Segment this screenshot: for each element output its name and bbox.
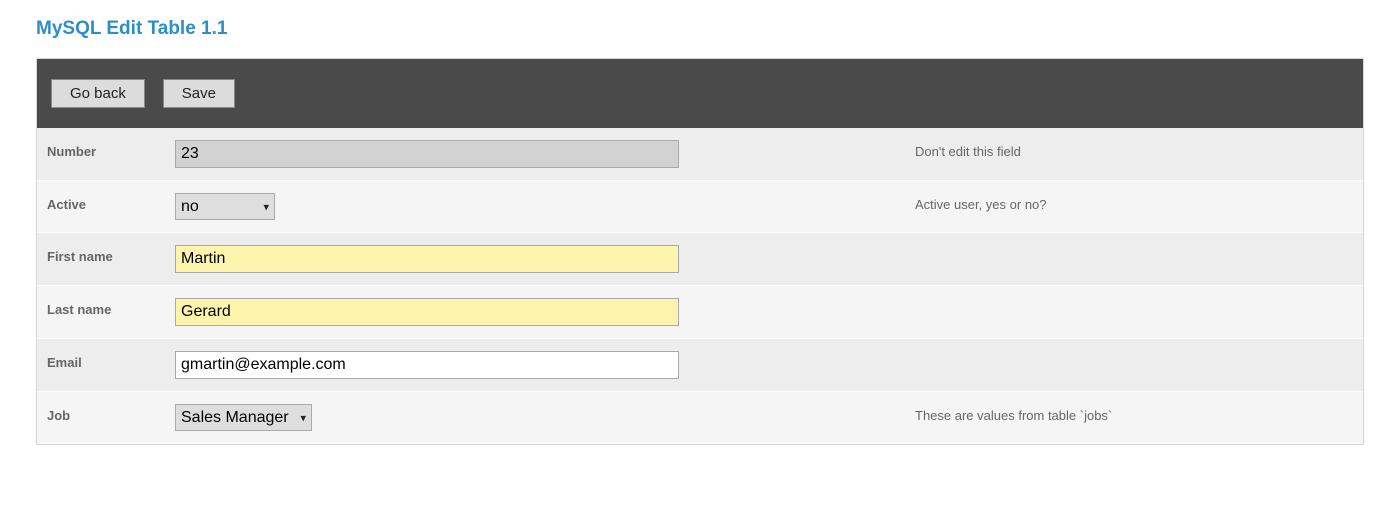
email-input[interactable] xyxy=(175,351,679,379)
hint-email xyxy=(915,351,1353,355)
hint-first-name xyxy=(915,245,1353,249)
label-email: Email xyxy=(47,351,175,370)
form-rows: Number Don't edit this field Active no A… xyxy=(37,128,1363,444)
row-last-name: Last name xyxy=(37,286,1363,339)
row-email: Email xyxy=(37,339,1363,392)
go-back-button[interactable]: Go back xyxy=(51,79,145,108)
row-active: Active no Active user, yes or no? xyxy=(37,181,1363,233)
toolbar: Go back Save xyxy=(37,59,1363,128)
label-number: Number xyxy=(47,140,175,159)
number-input xyxy=(175,140,679,168)
label-job: Job xyxy=(47,404,175,423)
label-last-name: Last name xyxy=(47,298,175,317)
hint-job: These are values from table `jobs` xyxy=(915,404,1353,423)
hint-last-name xyxy=(915,298,1353,302)
last-name-input[interactable] xyxy=(175,298,679,326)
row-first-name: First name xyxy=(37,233,1363,286)
hint-number: Don't edit this field xyxy=(915,140,1353,159)
active-select[interactable]: no xyxy=(175,193,275,220)
page-title: MySQL Edit Table 1.1 xyxy=(36,18,1364,40)
label-first-name: First name xyxy=(47,245,175,264)
save-button[interactable]: Save xyxy=(163,79,235,108)
edit-panel: Go back Save Number Don't edit this fiel… xyxy=(36,58,1364,445)
first-name-input[interactable] xyxy=(175,245,679,273)
row-number: Number Don't edit this field xyxy=(37,128,1363,181)
job-select[interactable]: Sales Manager xyxy=(175,404,312,431)
label-active: Active xyxy=(47,193,175,212)
hint-active: Active user, yes or no? xyxy=(915,193,1353,212)
row-job: Job Sales Manager These are values from … xyxy=(37,392,1363,444)
